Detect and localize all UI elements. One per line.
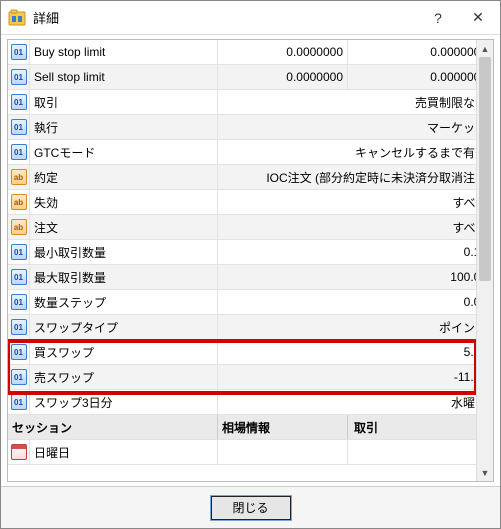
- property-value: 0.0000000: [348, 40, 493, 64]
- property-value: [348, 440, 493, 464]
- window-title: 詳細: [33, 8, 418, 27]
- section-header-sessions: セッション 相場情報 取引: [8, 415, 493, 440]
- dialog-footer: 閉じる: [1, 486, 500, 528]
- property-label: 最小取引数量: [30, 240, 218, 264]
- number-icon: 01: [8, 365, 30, 389]
- number-icon: 01: [8, 90, 30, 114]
- content-area: 01 Buy stop limit 0.0000000 0.0000000 01…: [1, 35, 500, 486]
- calendar-icon: [8, 440, 30, 464]
- title-bar: 詳細 ? ✕: [1, 1, 500, 35]
- section-col-trade: 取引: [348, 415, 493, 439]
- property-label: 売スワップ: [30, 365, 218, 389]
- property-value: キャンセルするまで有効: [218, 140, 493, 164]
- property-label: GTCモード: [30, 140, 218, 164]
- property-rows: 01 Buy stop limit 0.0000000 0.0000000 01…: [8, 40, 493, 465]
- app-icon: [7, 8, 27, 28]
- property-value: 5.84: [218, 340, 493, 364]
- property-value: 100.00: [218, 265, 493, 289]
- row-orders[interactable]: ab 注文 すべて: [8, 215, 493, 240]
- row-volume-step[interactable]: 01 数量ステップ 0.01: [8, 290, 493, 315]
- property-label: Sell stop limit: [30, 65, 218, 89]
- text-icon: ab: [8, 215, 30, 239]
- property-label: Buy stop limit: [30, 40, 218, 64]
- scroll-down-arrow-icon[interactable]: ▼: [477, 464, 493, 481]
- row-min-volume[interactable]: 01 最小取引数量 0.10: [8, 240, 493, 265]
- property-label: 数量ステップ: [30, 290, 218, 314]
- property-mid: [218, 440, 348, 464]
- property-value: 0.0000000: [348, 65, 493, 89]
- property-value: マーケット: [218, 115, 493, 139]
- row-expiration[interactable]: ab 失効 すべて: [8, 190, 493, 215]
- number-icon: 01: [8, 140, 30, 164]
- property-label: 買スワップ: [30, 340, 218, 364]
- text-icon: ab: [8, 165, 30, 189]
- property-value: 水曜日: [218, 390, 493, 414]
- property-label: スワップ3日分: [30, 390, 218, 414]
- row-buy-stop-limit[interactable]: 01 Buy stop limit 0.0000000 0.0000000: [8, 40, 493, 65]
- section-col-quotes: 相場情報: [218, 415, 348, 439]
- row-trade[interactable]: 01 取引 売買制限なし: [8, 90, 493, 115]
- row-swap-3day[interactable]: 01 スワップ3日分 水曜日: [8, 390, 493, 415]
- number-icon: 01: [8, 40, 30, 64]
- property-value: -11.76: [218, 365, 493, 389]
- scroll-track[interactable]: [477, 57, 493, 464]
- property-label: 日曜日: [30, 440, 218, 464]
- number-icon: 01: [8, 65, 30, 89]
- property-label: 最大取引数量: [30, 265, 218, 289]
- property-label: 執行: [30, 115, 218, 139]
- number-icon: 01: [8, 115, 30, 139]
- number-icon: 01: [8, 240, 30, 264]
- row-sell-stop-limit[interactable]: 01 Sell stop limit 0.0000000 0.0000000: [8, 65, 493, 90]
- property-value: 売買制限なし: [218, 90, 493, 114]
- number-icon: 01: [8, 290, 30, 314]
- row-execution[interactable]: 01 執行 マーケット: [8, 115, 493, 140]
- number-icon: 01: [8, 315, 30, 339]
- property-value: ポイント: [218, 315, 493, 339]
- property-value: すべて: [218, 215, 493, 239]
- property-label: スワップタイプ: [30, 315, 218, 339]
- row-swap-short[interactable]: 01 売スワップ -11.76: [8, 365, 493, 390]
- row-gtc-mode[interactable]: 01 GTCモード キャンセルするまで有効: [8, 140, 493, 165]
- help-button[interactable]: ?: [418, 3, 458, 33]
- section-col-session: セッション: [8, 415, 218, 439]
- property-mid: 0.0000000: [218, 65, 348, 89]
- property-value: 0.01: [218, 290, 493, 314]
- property-mid: 0.0000000: [218, 40, 348, 64]
- row-sunday[interactable]: 日曜日: [8, 440, 493, 465]
- property-label: 失効: [30, 190, 218, 214]
- row-filling[interactable]: ab 約定 IOC注文 (部分約定時に未決済分取消注…: [8, 165, 493, 190]
- row-swap-type[interactable]: 01 スワップタイプ ポイント: [8, 315, 493, 340]
- number-icon: 01: [8, 265, 30, 289]
- property-label: 取引: [30, 90, 218, 114]
- text-icon: ab: [8, 190, 30, 214]
- property-label: 約定: [30, 165, 218, 189]
- properties-panel: 01 Buy stop limit 0.0000000 0.0000000 01…: [7, 39, 494, 482]
- scroll-thumb[interactable]: [479, 57, 491, 281]
- property-value: すべて: [218, 190, 493, 214]
- number-icon: 01: [8, 390, 30, 414]
- row-swap-long[interactable]: 01 買スワップ 5.84: [8, 340, 493, 365]
- property-value: 0.10: [218, 240, 493, 264]
- vertical-scrollbar[interactable]: ▲ ▼: [476, 40, 493, 481]
- scroll-up-arrow-icon[interactable]: ▲: [477, 40, 493, 57]
- property-label: 注文: [30, 215, 218, 239]
- number-icon: 01: [8, 340, 30, 364]
- close-dialog-button[interactable]: 閉じる: [211, 496, 291, 520]
- close-button[interactable]: ✕: [458, 3, 498, 33]
- row-max-volume[interactable]: 01 最大取引数量 100.00: [8, 265, 493, 290]
- property-value: IOC注文 (部分約定時に未決済分取消注…: [218, 165, 493, 189]
